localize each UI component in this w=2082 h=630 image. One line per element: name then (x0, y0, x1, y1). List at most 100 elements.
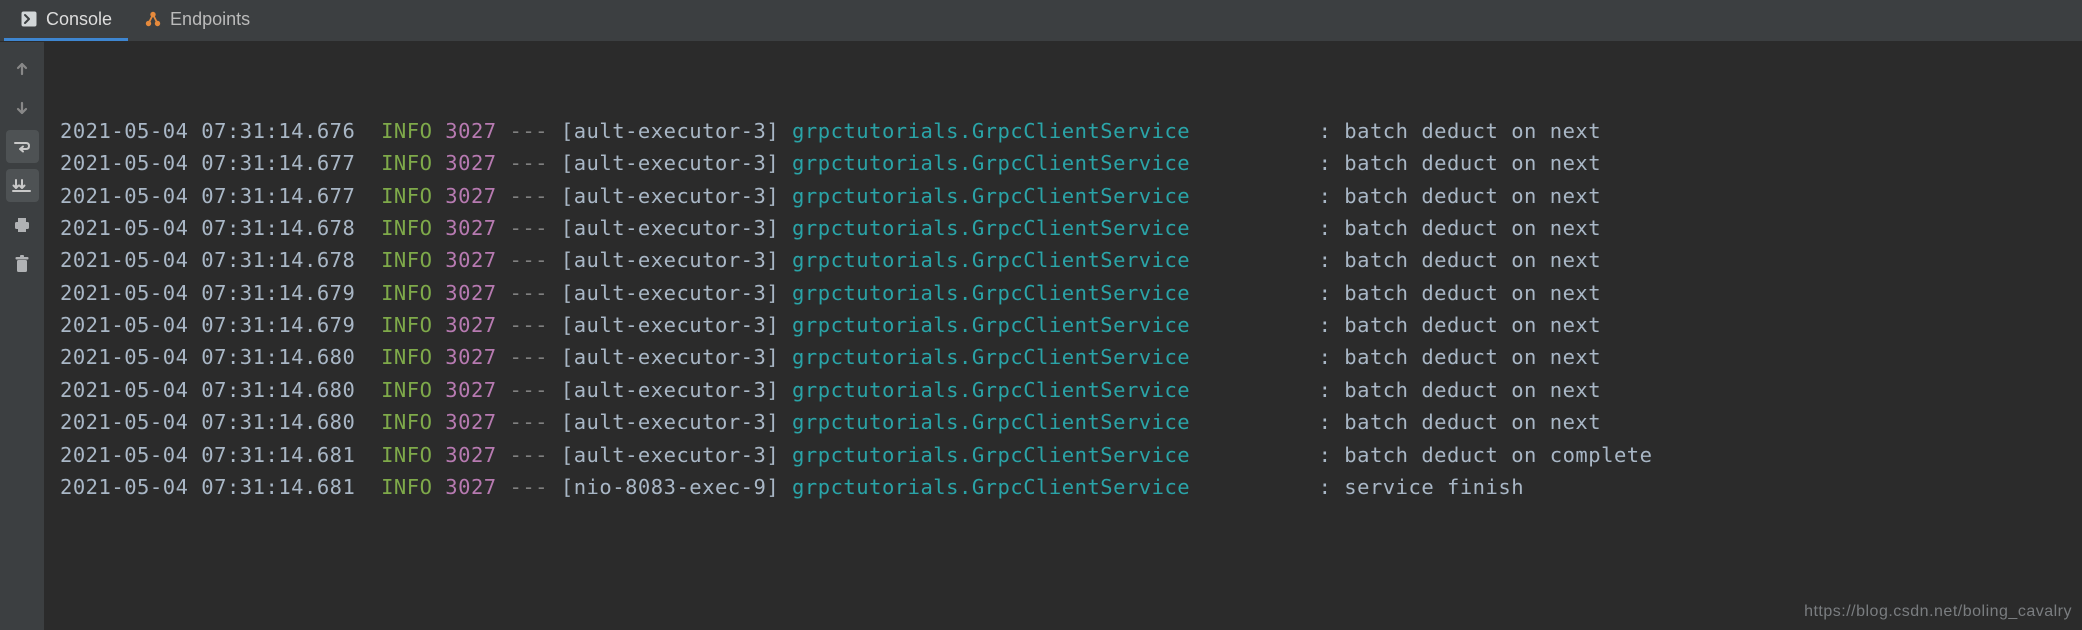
log-timestamp: 2021-05-04 07:31:14.681 (60, 475, 355, 499)
print-button[interactable] (6, 208, 39, 241)
log-pid: 3027 (445, 151, 496, 175)
log-dash: --- (510, 378, 549, 402)
log-dash: --- (510, 248, 549, 272)
main: 2021-05-04 07:31:14.676 INFO 3027 --- [a… (0, 42, 2082, 630)
log-message: : batch deduct on next (1319, 281, 1602, 305)
log-timestamp: 2021-05-04 07:31:14.678 (60, 216, 355, 240)
clear-button[interactable] (6, 247, 39, 280)
log-timestamp: 2021-05-04 07:31:14.680 (60, 378, 355, 402)
log-logger: grpctutorials.GrpcClientService (792, 216, 1306, 240)
log-thread: [ault-executor-3] (561, 248, 779, 272)
log-level: INFO (381, 443, 445, 467)
log-timestamp: 2021-05-04 07:31:14.679 (60, 281, 355, 305)
log-thread: [ault-executor-3] (561, 281, 779, 305)
log-thread: [nio-8083-exec-9] (561, 475, 779, 499)
log-dash: --- (510, 151, 549, 175)
log-thread: [ault-executor-3] (561, 378, 779, 402)
log-timestamp: 2021-05-04 07:31:14.678 (60, 248, 355, 272)
log-dash: --- (510, 216, 549, 240)
tab-console-label: Console (46, 9, 112, 30)
log-logger: grpctutorials.GrpcClientService (792, 248, 1306, 272)
scroll-up-button[interactable] (6, 52, 39, 85)
log-row: 2021-05-04 07:31:14.677 INFO 3027 --- [a… (60, 147, 2068, 179)
log-level: INFO (381, 281, 445, 305)
log-logger: grpctutorials.GrpcClientService (792, 184, 1306, 208)
log-timestamp: 2021-05-04 07:31:14.677 (60, 184, 355, 208)
log-thread: [ault-executor-3] (561, 443, 779, 467)
console-gutter (0, 42, 44, 630)
log-logger: grpctutorials.GrpcClientService (792, 313, 1306, 337)
log-message: : batch deduct on next (1319, 345, 1602, 369)
tab-console[interactable]: Console (4, 0, 128, 41)
log-thread: [ault-executor-3] (561, 151, 779, 175)
log-timestamp: 2021-05-04 07:31:14.681 (60, 443, 355, 467)
log-level: INFO (381, 345, 445, 369)
log-level: INFO (381, 184, 445, 208)
log-logger: grpctutorials.GrpcClientService (792, 345, 1306, 369)
log-logger: grpctutorials.GrpcClientService (792, 151, 1306, 175)
log-timestamp: 2021-05-04 07:31:14.676 (60, 119, 355, 143)
log-dash: --- (510, 313, 549, 337)
log-row: 2021-05-04 07:31:14.679 INFO 3027 --- [a… (60, 309, 2068, 341)
log-logger: grpctutorials.GrpcClientService (792, 281, 1306, 305)
log-message: : batch deduct on next (1319, 119, 1602, 143)
log-row: 2021-05-04 07:31:14.681 INFO 3027 --- [a… (60, 439, 2068, 471)
log-dash: --- (510, 184, 549, 208)
log-logger: grpctutorials.GrpcClientService (792, 378, 1306, 402)
log-level: INFO (381, 410, 445, 434)
log-logger: grpctutorials.GrpcClientService (792, 475, 1306, 499)
scroll-to-end-button[interactable] (6, 169, 39, 202)
log-row: 2021-05-04 07:31:14.681 INFO 3027 --- [n… (60, 471, 2068, 503)
log-message: : batch deduct on next (1319, 151, 1602, 175)
log-message: : batch deduct on next (1319, 248, 1602, 272)
log-pid: 3027 (445, 443, 496, 467)
console-icon (20, 10, 38, 28)
log-level: INFO (381, 119, 445, 143)
log-timestamp: 2021-05-04 07:31:14.679 (60, 313, 355, 337)
log-pid: 3027 (445, 410, 496, 434)
soft-wrap-button[interactable] (6, 130, 39, 163)
log-message: : batch deduct on next (1319, 313, 1602, 337)
log-dash: --- (510, 345, 549, 369)
log-level: INFO (381, 378, 445, 402)
log-row: 2021-05-04 07:31:14.678 INFO 3027 --- [a… (60, 212, 2068, 244)
log-pid: 3027 (445, 216, 496, 240)
log-row: 2021-05-04 07:31:14.677 INFO 3027 --- [a… (60, 180, 2068, 212)
log-row: 2021-05-04 07:31:14.678 INFO 3027 --- [a… (60, 244, 2068, 276)
log-message: : batch deduct on next (1319, 184, 1602, 208)
log-message: : batch deduct on next (1319, 410, 1602, 434)
watermark: https://blog.csdn.net/boling_cavalry (1804, 599, 2072, 624)
log-row: 2021-05-04 07:31:14.680 INFO 3027 --- [a… (60, 341, 2068, 373)
log-dash: --- (510, 475, 549, 499)
scroll-down-button[interactable] (6, 91, 39, 124)
log-thread: [ault-executor-3] (561, 216, 779, 240)
tab-endpoints[interactable]: Endpoints (128, 0, 266, 41)
log-thread: [ault-executor-3] (561, 119, 779, 143)
log-pid: 3027 (445, 281, 496, 305)
log-pid: 3027 (445, 378, 496, 402)
log-thread: [ault-executor-3] (561, 184, 779, 208)
log-logger: grpctutorials.GrpcClientService (792, 119, 1306, 143)
log-row: 2021-05-04 07:31:14.680 INFO 3027 --- [a… (60, 374, 2068, 406)
log-pid: 3027 (445, 119, 496, 143)
log-level: INFO (381, 151, 445, 175)
log-logger: grpctutorials.GrpcClientService (792, 443, 1306, 467)
log-row: 2021-05-04 07:31:14.676 INFO 3027 --- [a… (60, 115, 2068, 147)
log-timestamp: 2021-05-04 07:31:14.680 (60, 410, 355, 434)
log-thread: [ault-executor-3] (561, 345, 779, 369)
log-dash: --- (510, 281, 549, 305)
log-level: INFO (381, 313, 445, 337)
tab-endpoints-label: Endpoints (170, 9, 250, 30)
log-row: 2021-05-04 07:31:14.679 INFO 3027 --- [a… (60, 277, 2068, 309)
log-level: INFO (381, 475, 445, 499)
log-pid: 3027 (445, 345, 496, 369)
log-row: 2021-05-04 07:31:14.680 INFO 3027 --- [a… (60, 406, 2068, 438)
log-pid: 3027 (445, 184, 496, 208)
log-timestamp: 2021-05-04 07:31:14.677 (60, 151, 355, 175)
tab-bar: Console Endpoints (0, 0, 2082, 42)
console-output[interactable]: 2021-05-04 07:31:14.676 INFO 3027 --- [a… (44, 42, 2082, 630)
log-pid: 3027 (445, 248, 496, 272)
log-message: : batch deduct on next (1319, 378, 1602, 402)
log-dash: --- (510, 119, 549, 143)
log-dash: --- (510, 443, 549, 467)
